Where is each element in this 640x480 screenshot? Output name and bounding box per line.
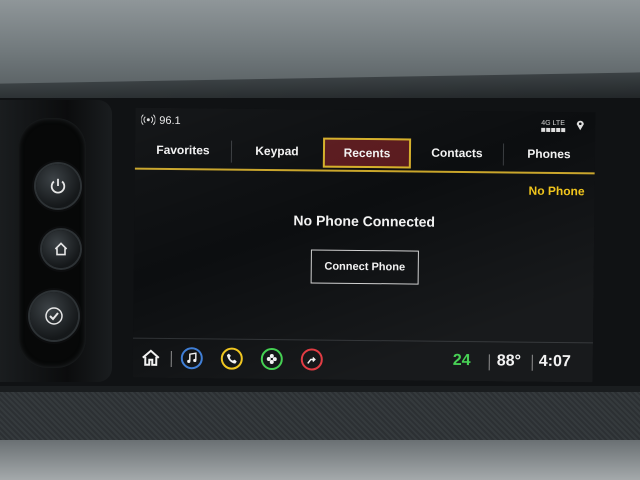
dashboard-lower: [0, 440, 640, 480]
network-label: 4G LTE: [541, 119, 565, 128]
home-hardware-button[interactable]: [42, 230, 80, 268]
clock: 4:07: [538, 352, 571, 371]
bar-divider: [531, 354, 533, 371]
radio-tower-icon[interactable]: [141, 114, 156, 128]
climate-value[interactable]: 24: [453, 352, 471, 370]
navigation-icon[interactable]: [300, 348, 323, 371]
apps-icon[interactable]: [260, 347, 283, 371]
location-pin-icon: [576, 120, 584, 131]
tab-favorites[interactable]: Favorites: [135, 136, 231, 167]
confirm-hardware-button[interactable]: [30, 292, 78, 340]
navigation-glyph: [307, 356, 316, 364]
tab-phones[interactable]: Phones: [503, 139, 595, 170]
home-icon[interactable]: [141, 349, 161, 367]
signal-bars: [541, 127, 566, 133]
checkmark-icon: [45, 307, 63, 325]
bar-divider: [488, 354, 490, 371]
power-icon: [50, 178, 66, 194]
bottom-app-bar: 24 88° 4:07: [132, 337, 593, 383]
infotainment-screen: 96.1 4G LTE Favorites Keypad Recents Con…: [132, 107, 596, 383]
tab-contacts[interactable]: Contacts: [411, 138, 503, 169]
no-phone-message: No Phone Connected: [293, 212, 436, 230]
phone-handset-glyph: [226, 353, 237, 364]
tab-recents[interactable]: Recents: [322, 137, 412, 169]
phone-status-label[interactable]: No Phone: [515, 184, 585, 199]
network-indicator: 4G LTE: [541, 120, 567, 134]
power-button[interactable]: [36, 164, 80, 208]
music-icon[interactable]: [180, 347, 203, 370]
outside-temperature: 88°: [496, 352, 522, 370]
phone-tabs: Favorites Keypad Recents Contacts Phones: [134, 135, 596, 175]
radio-frequency[interactable]: 96.1: [159, 115, 181, 127]
phone-icon[interactable]: [220, 347, 243, 370]
apps-glyph: [266, 354, 277, 365]
connect-phone-button[interactable]: Connect Phone: [310, 249, 419, 285]
tab-keypad[interactable]: Keypad: [231, 137, 323, 168]
music-note-glyph: [187, 352, 197, 363]
bar-divider: [170, 350, 172, 367]
home-icon: [54, 242, 68, 256]
